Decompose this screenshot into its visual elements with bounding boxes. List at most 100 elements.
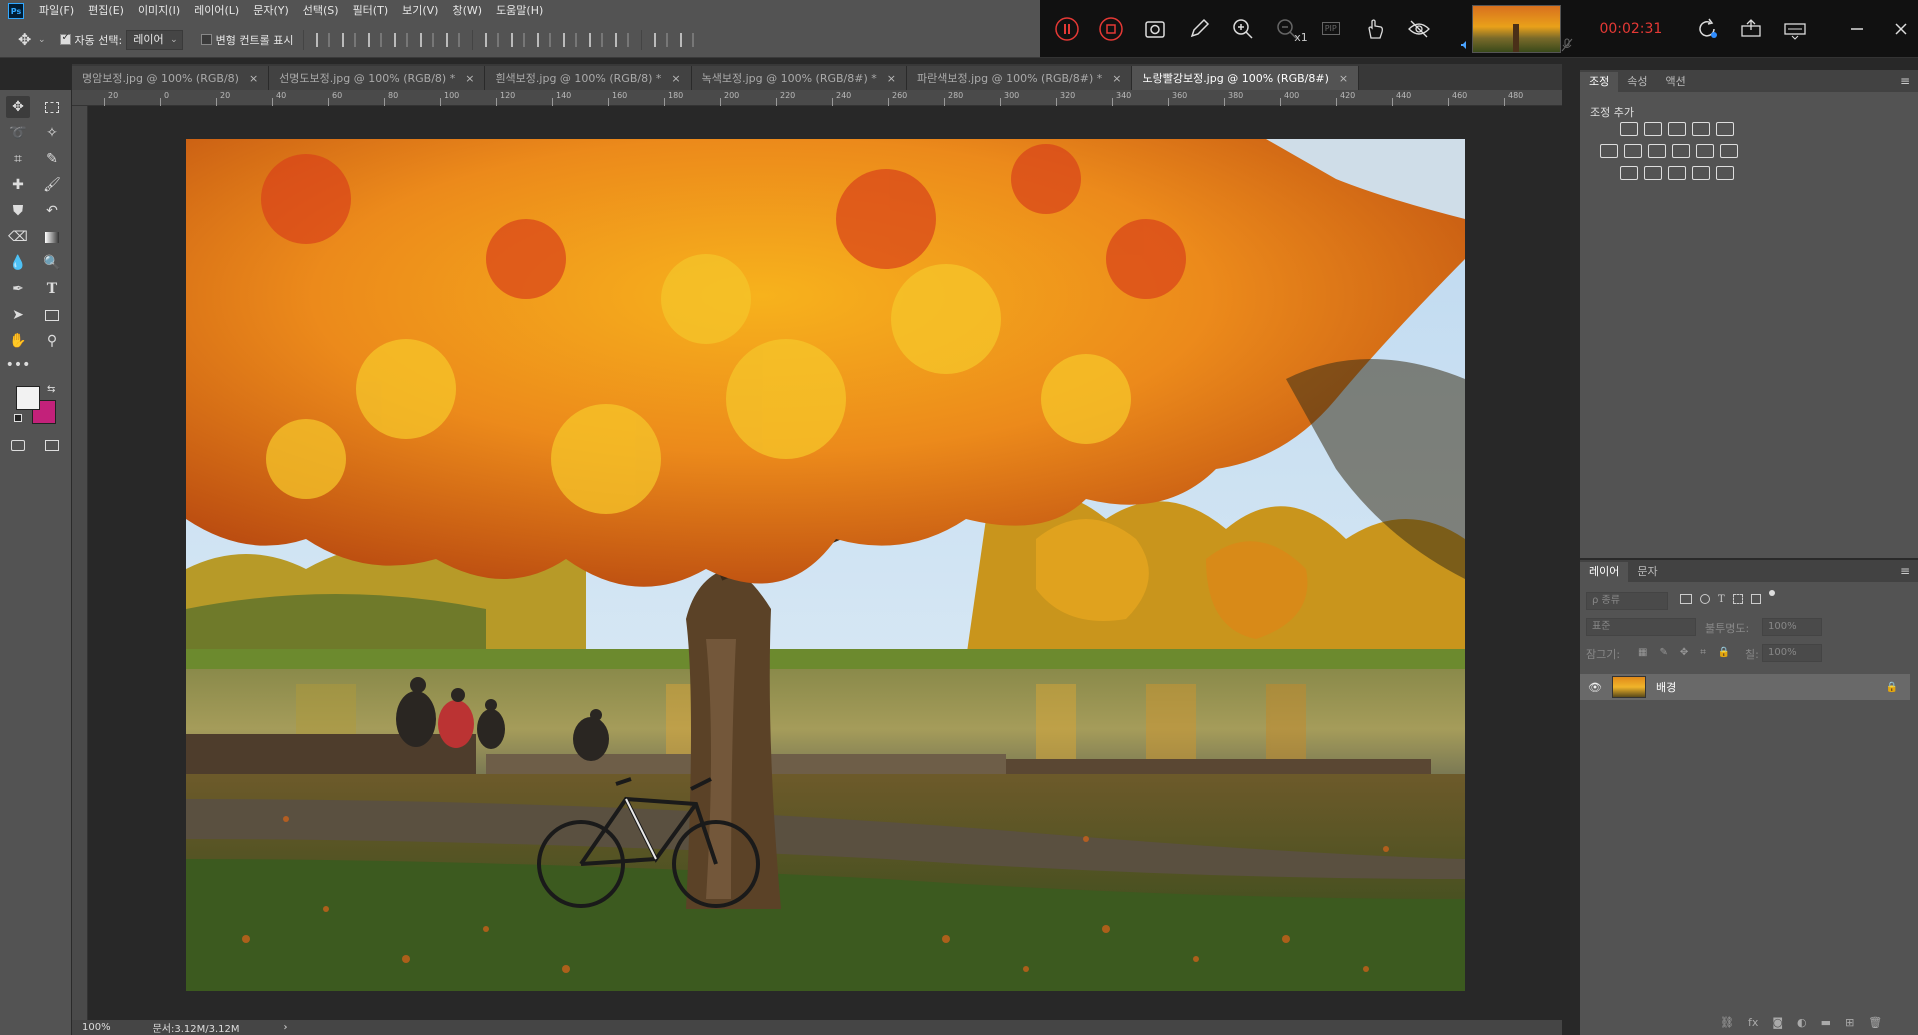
auto-select-dropdown[interactable]: 레이어 ⌄	[126, 29, 183, 50]
menu-item[interactable]: 이미지(I)	[131, 0, 187, 22]
default-colors-icon[interactable]	[14, 414, 22, 422]
move-tool-icon[interactable]: ✥	[18, 30, 36, 49]
gradient-map-icon[interactable]	[1716, 166, 1734, 180]
document-tab[interactable]: 녹색보정.jpg @ 100% (RGB/8#) * ×	[691, 66, 907, 90]
posterize-icon[interactable]	[1644, 166, 1662, 180]
crop-tool-icon[interactable]: ⌗	[6, 148, 30, 170]
menu-item[interactable]: 편집(E)	[81, 0, 131, 22]
clone-stamp-icon[interactable]: ⛊	[6, 200, 30, 222]
adjustment-filter-icon[interactable]	[1700, 594, 1710, 604]
menu-item[interactable]: 선택(S)	[296, 0, 346, 22]
fx-icon[interactable]: fx	[1748, 1016, 1758, 1029]
auto-select-checkbox[interactable]: ✓	[59, 32, 71, 45]
magic-wand-icon[interactable]: ✧	[40, 122, 64, 144]
new-group-icon[interactable]: ▬	[1821, 1016, 1831, 1029]
chevron-down-icon[interactable]: ⌄	[38, 35, 46, 45]
panel-tab[interactable]: 속성	[1618, 72, 1656, 92]
align-distribute-icon[interactable]	[420, 32, 435, 47]
align-distribute-icon[interactable]	[563, 32, 578, 47]
menu-item[interactable]: 레이어(L)	[187, 0, 246, 22]
document-image[interactable]	[186, 139, 1465, 991]
pen-tool-icon[interactable]: ✒	[6, 278, 30, 300]
eyedropper-icon[interactable]: ✎	[40, 148, 64, 170]
pip-button[interactable]: PIP	[1314, 12, 1348, 46]
zoom-in-button[interactable]	[1226, 12, 1260, 46]
blur-tool-icon[interactable]: 💧	[6, 252, 30, 274]
panel-tab[interactable]: 조정	[1580, 72, 1619, 92]
recording-preview-thumbnail[interactable]	[1471, 4, 1562, 53]
foreground-color-swatch-overlay[interactable]	[16, 386, 40, 410]
align-distribute-icon[interactable]	[342, 32, 357, 47]
dodge-tool-icon[interactable]: 🔍	[40, 252, 64, 274]
eraser-tool-icon[interactable]: ⌫	[6, 226, 30, 248]
align-distribute-icon[interactable]	[446, 32, 461, 47]
status-menu-arrow[interactable]: ›	[284, 1022, 288, 1033]
menu-item[interactable]: 필터(T)	[346, 0, 396, 22]
fill-field[interactable]: 100%	[1762, 644, 1822, 662]
close-tab-icon[interactable]: ×	[465, 72, 474, 85]
new-adjustment-icon[interactable]: ◐	[1797, 1016, 1807, 1029]
document-tab[interactable]: 명암보정.jpg @ 100% (RGB/8) ×	[72, 66, 270, 90]
align-distribute-icon[interactable]	[394, 32, 409, 47]
menu-item[interactable]: 도움말(H)	[489, 0, 550, 22]
document-tab[interactable]: 노랑빨강보정.jpg @ 100% (RGB/8#) ×	[1132, 66, 1360, 90]
close-tab-icon[interactable]: ×	[249, 72, 258, 85]
brush-tool-icon[interactable]: 🖌	[40, 174, 64, 196]
lock-all-icon[interactable]: 🔒	[1718, 647, 1730, 658]
hand-tool-icon[interactable]: ✋	[6, 330, 30, 352]
link-layers-icon[interactable]: ⛓	[1720, 1016, 1734, 1029]
close-tab-icon[interactable]: ×	[671, 72, 680, 85]
screenshot-button[interactable]	[1138, 12, 1172, 46]
transform-controls-checkbox[interactable]	[200, 34, 212, 45]
threshold-icon[interactable]	[1668, 166, 1686, 180]
smart-object-filter-icon[interactable]	[1750, 594, 1761, 604]
gradient-tool-icon[interactable]	[40, 226, 64, 248]
align-distribute-icon[interactable]	[680, 32, 695, 47]
settings-button[interactable]	[1778, 12, 1812, 46]
align-distribute-icon[interactable]	[615, 32, 630, 47]
refresh-button[interactable]	[1690, 12, 1724, 46]
menu-item[interactable]: 창(W)	[445, 0, 489, 22]
webcam-toggle-button[interactable]	[1402, 12, 1436, 46]
rectangle-tool-icon[interactable]	[40, 304, 64, 326]
menu-item[interactable]: 파일(F)	[32, 0, 81, 22]
blend-mode-dropdown[interactable]: 표준	[1586, 618, 1696, 636]
lasso-tool-icon[interactable]: ➰	[6, 122, 30, 144]
lock-transparent-icon[interactable]: ▦	[1638, 647, 1647, 658]
marquee-tool-icon[interactable]	[40, 96, 64, 118]
zoom-level[interactable]: 100%	[82, 1022, 111, 1033]
move-tool-icon[interactable]: ✥	[6, 96, 30, 118]
stop-button[interactable]	[1094, 12, 1128, 46]
document-tab[interactable]: 파란색보정.jpg @ 100% (RGB/8#) * ×	[906, 66, 1133, 90]
align-distribute-icon[interactable]	[511, 32, 526, 47]
close-recorder-button[interactable]	[1884, 12, 1918, 46]
speaker-icon[interactable]	[1460, 40, 1470, 50]
opacity-field[interactable]: 100%	[1762, 618, 1822, 636]
menu-item[interactable]: 보기(V)	[395, 0, 445, 22]
panel-tab[interactable]: 액션	[1657, 72, 1695, 92]
close-tab-icon[interactable]: ×	[1112, 72, 1121, 85]
image-filter-icon[interactable]	[1680, 594, 1692, 604]
new-layer-icon[interactable]: ⊞	[1845, 1016, 1854, 1029]
quick-mask-icon[interactable]	[6, 434, 30, 456]
screen-mode-icon[interactable]	[40, 434, 64, 456]
layer-filter-field[interactable]: ρ 종류	[1586, 592, 1668, 610]
panel-menu-icon[interactable]: ≡	[1900, 564, 1910, 578]
black-white-icon[interactable]	[1648, 144, 1666, 158]
layer-lock-icon[interactable]: 🔒	[1886, 682, 1898, 693]
mic-icon[interactable]	[1560, 38, 1574, 52]
align-distribute-icon[interactable]	[654, 32, 669, 47]
draw-button[interactable]	[1182, 12, 1216, 46]
export-button[interactable]	[1734, 12, 1768, 46]
type-filter-icon[interactable]: T	[1718, 594, 1725, 605]
close-tab-icon[interactable]: ×	[1339, 72, 1348, 85]
panel-menu-icon[interactable]: ≡	[1900, 74, 1910, 88]
exposure-icon[interactable]	[1692, 122, 1710, 136]
vibrance-icon[interactable]	[1716, 122, 1734, 136]
document-tab[interactable]: 흰색보정.jpg @ 100% (RGB/8) * ×	[485, 66, 692, 90]
channel-mixer-icon[interactable]	[1696, 144, 1714, 158]
color-balance-icon[interactable]	[1624, 144, 1642, 158]
align-distribute-icon[interactable]	[485, 32, 500, 47]
lock-pixels-icon[interactable]: ✎	[1659, 647, 1667, 658]
align-distribute-icon[interactable]	[316, 32, 331, 47]
